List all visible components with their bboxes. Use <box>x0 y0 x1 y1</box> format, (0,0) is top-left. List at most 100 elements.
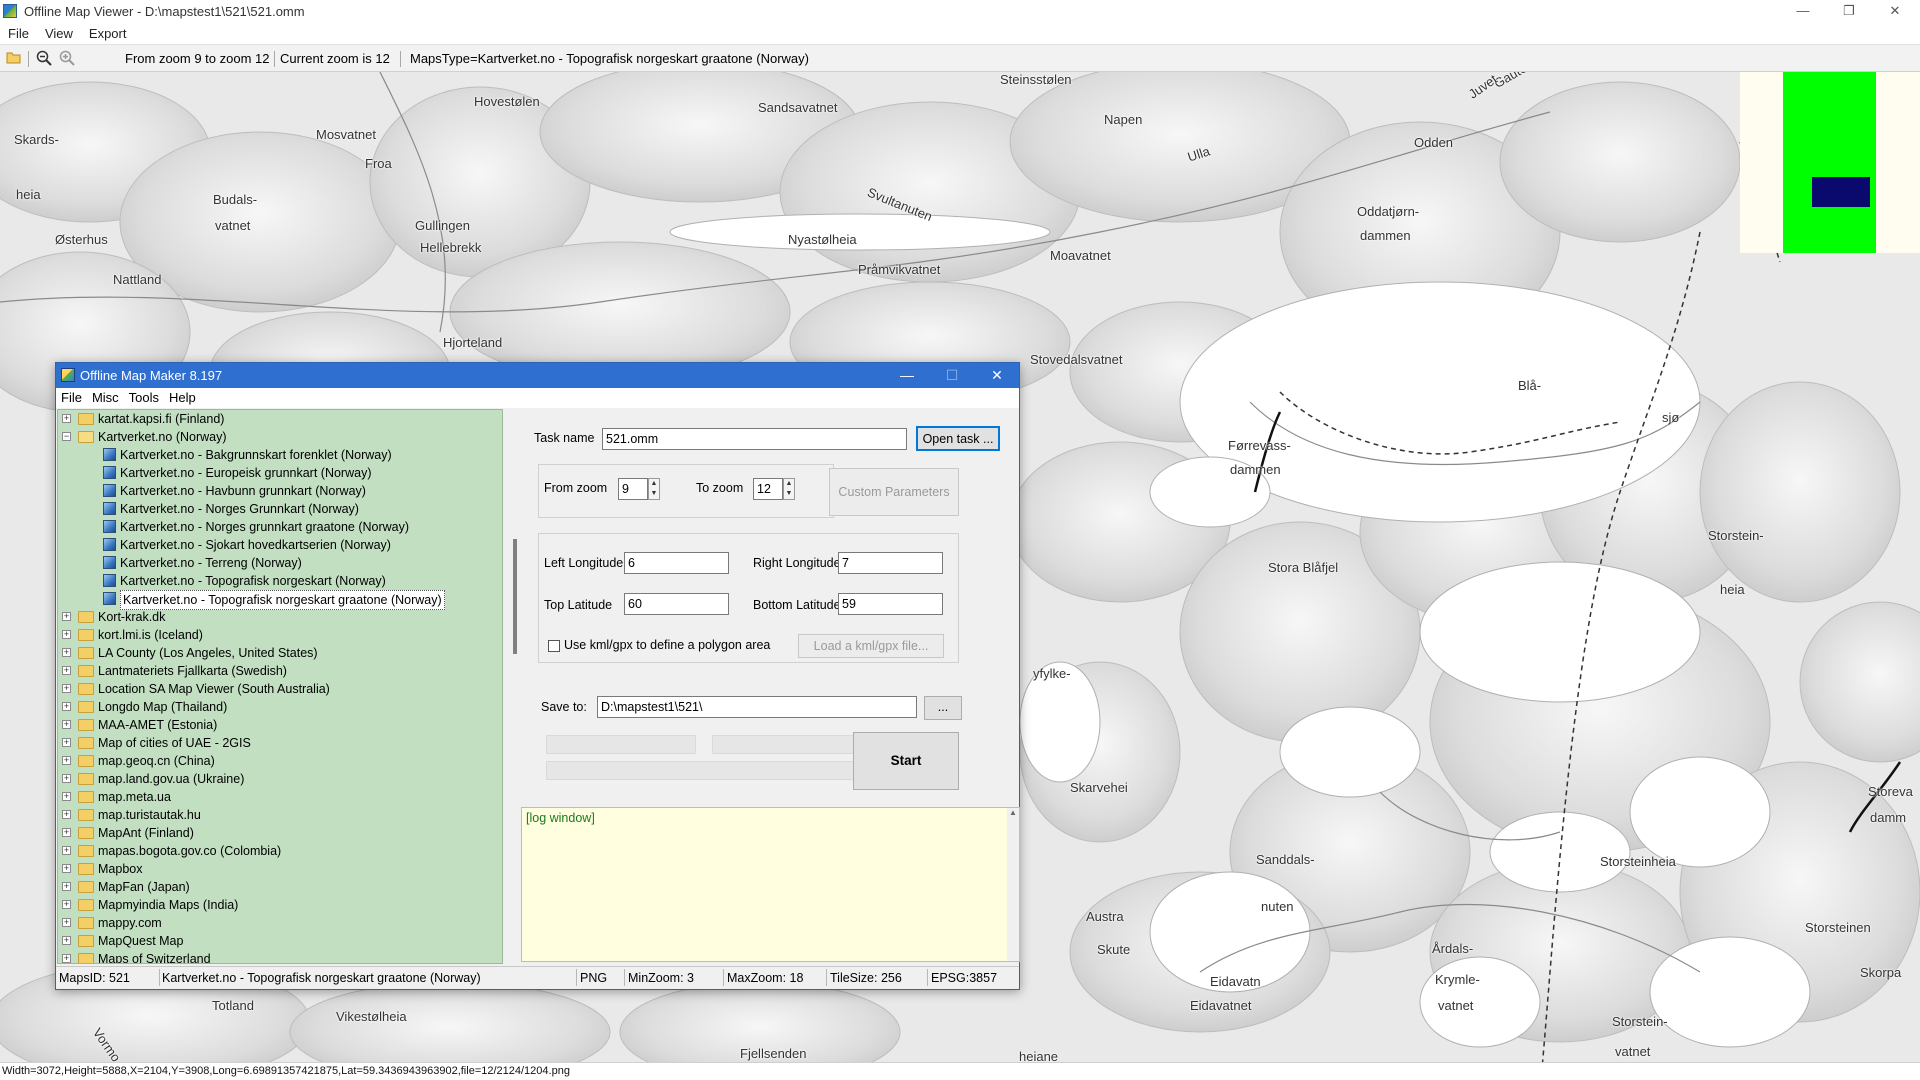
tree-item-label: map.meta.ua <box>98 790 171 804</box>
maps-tree[interactable]: + kartat.kapsi.fi (Finland) − Kartverket.no… <box>57 409 503 964</box>
offline-map-maker-dialog: Offline Map Maker 8.197 — ☐ ✕ File Misc To… <box>55 362 1020 990</box>
tree-map-item[interactable]: Kartverket.no - Sjokart hovedkartserien … <box>58 536 502 554</box>
expand-icon[interactable]: + <box>62 828 71 837</box>
expand-icon[interactable]: + <box>62 756 71 765</box>
expand-icon[interactable]: + <box>62 630 71 639</box>
close-button[interactable]: ✕ <box>1872 0 1918 22</box>
tree-folder-item[interactable]: + map.land.gov.ua (Ukraine) <box>58 770 502 788</box>
dialog-minimize-button[interactable]: — <box>885 363 929 388</box>
tree-map-item[interactable]: Kartverket.no - Topografisk norgeskart (… <box>58 572 502 590</box>
browse-button[interactable]: ... <box>924 696 962 720</box>
custom-parameters-button[interactable]: Custom Parameters <box>829 468 959 516</box>
left-longitude-input[interactable]: 6 <box>624 552 729 574</box>
tree-map-item[interactable]: Kartverket.no - Norges grunnkart graaton… <box>58 518 502 536</box>
load-kml-button[interactable]: Load a kml/gpx file... <box>798 634 944 658</box>
expand-icon[interactable]: + <box>62 414 71 423</box>
zoom-in-icon[interactable] <box>58 50 76 68</box>
tree-folder-item[interactable]: + mapas.bogota.gov.co (Colombia) <box>58 842 502 860</box>
expand-icon[interactable]: + <box>62 684 71 693</box>
tree-folder-item[interactable]: + Location SA Map Viewer (South Australia… <box>58 680 502 698</box>
expand-icon[interactable]: + <box>62 918 71 927</box>
dialog-close-button[interactable]: ✕ <box>975 363 1019 388</box>
open-task-button[interactable]: Open task ... <box>916 426 1000 451</box>
tree-folder-item[interactable]: + Lantmateriets Fjallkarta (Swedish) <box>58 662 502 680</box>
log-window[interactable]: [log window] ▲ <box>521 807 1020 962</box>
minimize-button[interactable]: — <box>1780 0 1826 22</box>
tree-map-item[interactable]: Kartverket.no - Terreng (Norway) <box>58 554 502 572</box>
expand-icon[interactable]: + <box>62 612 71 621</box>
zoom-out-icon[interactable] <box>35 50 53 68</box>
to-zoom-spinner[interactable]: ▲ ▼ <box>783 478 795 500</box>
use-kml-checkbox[interactable] <box>548 640 560 652</box>
tree-map-item[interactable]: Kartverket.no - Topografisk norgeskart g… <box>58 590 502 610</box>
tree-folder-item[interactable]: + kartat.kapsi.fi (Finland) <box>58 410 502 428</box>
right-longitude-input[interactable]: 7 <box>838 552 943 574</box>
dialog-menu-tools[interactable]: Tools <box>124 388 164 408</box>
tree-folder-item[interactable]: + Map of cities of UAE - 2GIS <box>58 734 502 752</box>
tree-folder-item[interactable]: + Mapbox <box>58 860 502 878</box>
tree-map-item[interactable]: Kartverket.no - Bakgrunnskart forenklet … <box>58 446 502 464</box>
expand-icon[interactable]: + <box>62 720 71 729</box>
menu-file[interactable]: File <box>0 24 37 43</box>
collapse-icon[interactable]: − <box>62 432 71 441</box>
tree-map-item[interactable]: Kartverket.no - Europeisk grunnkart (Nor… <box>58 464 502 482</box>
tree-folder-item[interactable]: + map.turistautak.hu <box>58 806 502 824</box>
expand-icon[interactable]: + <box>62 702 71 711</box>
map-label-krymle: Krymle- <box>1435 972 1480 987</box>
restore-button[interactable]: ❐ <box>1826 0 1872 22</box>
tree-folder-item[interactable]: + kort.lmi.is (Iceland) <box>58 626 502 644</box>
minimap-viewport[interactable] <box>1812 177 1870 207</box>
tree-folder-item[interactable]: + Kort-krak.dk <box>58 608 502 626</box>
tree-map-item[interactable]: Kartverket.no - Havbunn grunnkart (Norwa… <box>58 482 502 500</box>
minimap[interactable] <box>1740 72 1920 253</box>
tree-folder-item[interactable]: + mappy.com <box>58 914 502 932</box>
tree-folder-item[interactable]: − Kartverket.no (Norway) <box>58 428 502 446</box>
expand-icon[interactable]: + <box>62 666 71 675</box>
dialog-menu-file[interactable]: File <box>56 388 87 408</box>
from-zoom-spinner[interactable]: ▲ ▼ <box>648 478 660 500</box>
bottom-latitude-input[interactable]: 59 <box>838 593 943 615</box>
top-latitude-input[interactable]: 60 <box>624 593 729 615</box>
to-zoom-input[interactable]: 12 <box>753 478 783 500</box>
tree-item-label: kartat.kapsi.fi (Finland) <box>98 412 225 426</box>
tree-folder-item[interactable]: + MapFan (Japan) <box>58 878 502 896</box>
tree-map-item[interactable]: Kartverket.no - Norges Grunnkart (Norway… <box>58 500 502 518</box>
expand-icon[interactable]: + <box>62 936 71 945</box>
dialog-maximize-button[interactable]: ☐ <box>930 363 974 388</box>
tree-folder-item[interactable]: + map.meta.ua <box>58 788 502 806</box>
expand-icon[interactable]: + <box>62 774 71 783</box>
tree-folder-item[interactable]: + map.geoq.cn (China) <box>58 752 502 770</box>
expand-icon[interactable]: + <box>62 882 71 891</box>
map-label-nattland: Nattland <box>113 272 162 287</box>
tree-folder-item[interactable]: + MAA-AMET (Estonia) <box>58 716 502 734</box>
tree-folder-item[interactable]: + MapAnt (Finland) <box>58 824 502 842</box>
tree-item-label: Longdo Map (Thailand) <box>98 700 228 714</box>
from-zoom-input[interactable]: 9 <box>618 478 648 500</box>
expand-icon[interactable]: + <box>62 900 71 909</box>
start-button[interactable]: Start <box>853 732 959 790</box>
expand-icon[interactable]: + <box>62 846 71 855</box>
tree-folder-item[interactable]: + Mapmyindia Maps (India) <box>58 896 502 914</box>
expand-icon[interactable]: + <box>62 864 71 873</box>
folder-open-icon[interactable] <box>5 50 23 68</box>
map-label-eidavatn: Eidavatn <box>1210 974 1261 989</box>
dialog-title-bar[interactable]: Offline Map Maker 8.197 — ☐ ✕ <box>56 363 1019 388</box>
tree-folder-item[interactable]: + Maps of Switzerland <box>58 950 502 963</box>
expand-icon[interactable]: + <box>62 648 71 657</box>
expand-icon[interactable]: + <box>62 810 71 819</box>
expand-icon[interactable]: + <box>62 792 71 801</box>
map-layer-icon <box>103 592 116 605</box>
expand-icon[interactable]: + <box>62 738 71 747</box>
menu-export[interactable]: Export <box>81 24 135 43</box>
tree-folder-item[interactable]: + MapQuest Map <box>58 932 502 950</box>
tree-folder-item[interactable]: + Longdo Map (Thailand) <box>58 698 502 716</box>
save-to-input[interactable]: D:\mapstest1\521\ <box>597 696 917 718</box>
dialog-menu-misc[interactable]: Misc <box>87 388 124 408</box>
tree-scrollbar-thumb[interactable] <box>513 539 517 654</box>
dialog-menu-help[interactable]: Help <box>164 388 201 408</box>
log-scrollbar[interactable]: ▲ <box>1007 808 1019 961</box>
task-name-input[interactable]: 521.omm <box>602 428 907 450</box>
menu-view[interactable]: View <box>37 24 81 43</box>
tree-folder-item[interactable]: + LA County (Los Angeles, United States) <box>58 644 502 662</box>
expand-icon[interactable]: + <box>62 954 71 963</box>
